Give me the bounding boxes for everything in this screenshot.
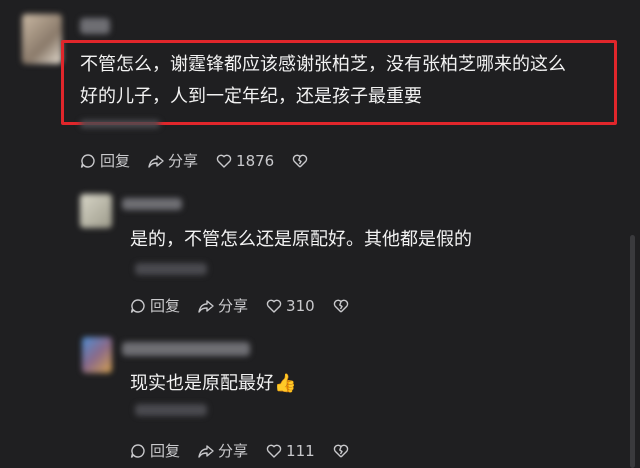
reply-button[interactable]: 回复 — [130, 295, 180, 316]
heart-icon — [266, 444, 282, 458]
username[interactable] — [122, 198, 182, 210]
dislike-button[interactable] — [333, 298, 349, 314]
reply-button[interactable]: 回复 — [130, 440, 180, 461]
share-label: 分享 — [218, 297, 249, 315]
share-label: 分享 — [168, 152, 199, 170]
comment-text-body: 现实也是原配最好 — [130, 373, 274, 394]
share-button[interactable]: 分享 — [198, 440, 248, 461]
username[interactable] — [122, 342, 250, 356]
scrollbar[interactable] — [630, 235, 635, 468]
comment-meta — [135, 404, 207, 416]
comment-actions: 回复 分享 1876 — [80, 150, 308, 171]
reply-button[interactable]: 回复 — [80, 150, 130, 171]
comment-text: 现实也是原配最好👍 — [130, 368, 296, 400]
broken-heart-icon — [333, 444, 348, 457]
comment-actions: 回复 分享 111 — [130, 440, 349, 461]
comment-text-line: 不管怎么，谢霆锋都应该感谢张柏芝，没有张柏芝哪来的这么 — [80, 54, 566, 75]
comment-text: 不管怎么，谢霆锋都应该感谢张柏芝，没有张柏芝哪来的这么 好的儿子，人到一定年纪，… — [80, 49, 610, 113]
share-label: 分享 — [218, 442, 249, 460]
avatar[interactable] — [82, 337, 112, 373]
reply-icon — [130, 298, 145, 313]
reply-label: 回复 — [150, 442, 181, 460]
like-count: 111 — [286, 441, 315, 460]
comment-meta — [135, 263, 207, 275]
thumbs-up-emoji: 👍 — [274, 373, 297, 394]
avatar[interactable] — [80, 194, 112, 228]
share-button[interactable]: 分享 — [148, 150, 198, 171]
share-button[interactable]: 分享 — [198, 295, 248, 316]
heart-icon — [216, 154, 232, 168]
broken-heart-icon — [292, 154, 308, 167]
username[interactable] — [80, 18, 110, 34]
share-icon — [198, 444, 214, 458]
comment-text-line: 好的儿子，人到一定年纪，还是孩子最重要 — [80, 86, 422, 107]
comment-meta — [80, 120, 160, 128]
like-count: 310 — [286, 296, 315, 315]
dislike-button[interactable] — [292, 153, 308, 169]
comment-text: 是的，不管怎么还是原配好。其他都是假的 — [130, 229, 472, 250]
heart-icon — [266, 299, 282, 313]
reply-label: 回复 — [100, 152, 131, 170]
like-button[interactable]: 111 — [266, 442, 315, 460]
avatar[interactable] — [22, 14, 62, 64]
dislike-button[interactable] — [333, 443, 349, 459]
share-icon — [148, 154, 164, 168]
like-button[interactable]: 1876 — [216, 152, 274, 170]
reply-label: 回复 — [150, 297, 181, 315]
comment-actions: 回复 分享 310 — [130, 295, 349, 316]
share-icon — [198, 299, 214, 313]
broken-heart-icon — [333, 299, 348, 312]
reply-icon — [130, 443, 145, 458]
reply-icon — [80, 153, 95, 168]
like-count: 1876 — [236, 151, 275, 170]
like-button[interactable]: 310 — [266, 297, 315, 315]
